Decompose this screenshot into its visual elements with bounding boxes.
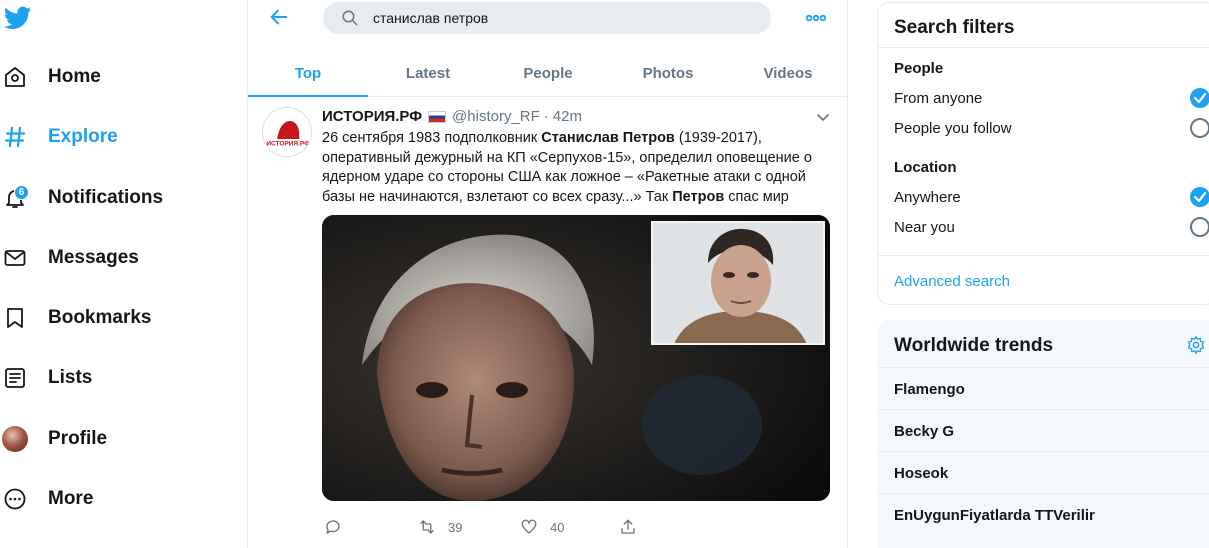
- nav-more[interactable]: More: [0, 477, 93, 521]
- search-header: [248, 0, 848, 40]
- share-icon: [621, 519, 635, 534]
- tab-videos[interactable]: Videos: [728, 50, 848, 96]
- trend-name: Hoseok: [894, 465, 949, 482]
- tweet-photo[interactable]: [322, 215, 830, 501]
- nav-lists-label: Lists: [48, 367, 93, 388]
- nav-notifications[interactable]: 6 Notifications: [0, 176, 163, 220]
- search-icon: [341, 9, 359, 27]
- nav-profile-label: Profile: [48, 428, 108, 449]
- nav-bookmarks[interactable]: Bookmarks: [0, 296, 152, 340]
- tab-latest[interactable]: Latest: [368, 50, 488, 96]
- twitter-logo-icon[interactable]: [2, 4, 34, 32]
- anywhere-radio[interactable]: [1190, 187, 1209, 207]
- nav-home-label: Home: [48, 66, 101, 87]
- bell-icon: 6: [0, 183, 30, 213]
- tab-people[interactable]: People: [488, 50, 608, 96]
- tab-photos[interactable]: Photos: [608, 50, 728, 96]
- tweet-photo-inset: [651, 221, 825, 345]
- filter-people-you-follow[interactable]: People you follow: [894, 120, 1012, 137]
- like-count: 40: [550, 519, 565, 535]
- search-input[interactable]: [373, 10, 753, 26]
- like-button[interactable]: 40: [520, 518, 564, 536]
- tab-top[interactable]: Top: [248, 50, 368, 97]
- share-button[interactable]: [619, 518, 637, 536]
- nav-explore-label: Explore: [48, 126, 118, 147]
- nav-bookmarks-label: Bookmarks: [48, 307, 152, 328]
- people-you-follow-radio[interactable]: [1190, 118, 1209, 138]
- tweet-author-handle[interactable]: @history_RF: [452, 108, 540, 125]
- tweet-text-bold: Петров: [672, 188, 725, 205]
- retweet-button[interactable]: 39: [418, 518, 462, 536]
- main-column: Top Latest People Photos Videos ИСТОРИЯ.…: [248, 0, 848, 548]
- from-anyone-radio[interactable]: [1190, 88, 1209, 108]
- check-icon: [1193, 191, 1207, 203]
- trends-title: Worldwide trends: [894, 335, 1054, 356]
- reply-button[interactable]: [324, 518, 342, 536]
- search-filters-title: Search filters: [894, 17, 1015, 38]
- tweet-time[interactable]: 42m: [553, 108, 582, 125]
- retweet-count: 39: [448, 519, 463, 535]
- nav-explore[interactable]: Explore: [0, 115, 118, 159]
- gear-icon[interactable]: [1186, 335, 1206, 355]
- russia-flag-icon: [428, 110, 447, 123]
- list-icon: [0, 363, 30, 393]
- tweet-text-part: спас мир: [724, 188, 789, 205]
- nav-notifications-label: Notifications: [48, 187, 164, 208]
- right-sidebar: Search filters People From anyone People…: [877, 0, 1209, 548]
- people-filter-label: People: [894, 60, 944, 77]
- location-filter-label: Location: [894, 159, 957, 176]
- tweet-avatar-logo-text: ИСТОРИЯ.РФ: [266, 141, 310, 148]
- check-icon: [1193, 92, 1207, 104]
- more-options-icon[interactable]: [804, 8, 828, 28]
- bookmark-icon: [0, 303, 30, 333]
- search-filters-card: Search filters People From anyone People…: [877, 2, 1209, 305]
- tweet-separator: ·: [543, 108, 549, 125]
- left-nav: Home Explore 6 Notifications Messages Bo…: [0, 0, 248, 548]
- tweet-text: 26 сентября 1983 подполковник Станислав …: [322, 129, 832, 207]
- trend-item[interactable]: Flamengo: [878, 367, 1209, 409]
- divider: [878, 255, 1209, 256]
- filter-from-anyone[interactable]: From anyone: [894, 90, 982, 107]
- trend-name: Flamengo: [894, 381, 965, 398]
- retweet-icon: [420, 520, 434, 534]
- tweet-avatar[interactable]: ИСТОРИЯ.РФ: [262, 107, 312, 157]
- notification-badge: 6: [14, 185, 29, 200]
- hashtag-icon: [0, 122, 30, 152]
- filter-anywhere[interactable]: Anywhere: [894, 189, 961, 206]
- advanced-search-link[interactable]: Advanced search: [894, 273, 1010, 290]
- nav-profile[interactable]: Profile: [0, 417, 107, 461]
- tweet-author-name[interactable]: ИСТОРИЯ.РФ: [322, 108, 422, 125]
- filter-near-you[interactable]: Near you: [894, 219, 955, 236]
- tweet-header: ИСТОРИЯ.РФ @history_RF · 42m: [322, 108, 582, 125]
- more-circle-icon: [0, 484, 30, 514]
- tweet-actions: 39 40: [322, 518, 832, 542]
- chevron-down-icon[interactable]: [816, 110, 830, 122]
- near-you-radio[interactable]: [1190, 217, 1209, 237]
- nav-more-label: More: [48, 488, 94, 509]
- home-icon: [0, 62, 30, 92]
- back-arrow-icon[interactable]: [268, 6, 290, 28]
- trend-name: EnUygunFiyatlarda TTVerilir: [894, 507, 1095, 524]
- heart-icon: [521, 519, 537, 534]
- tweet[interactable]: ИСТОРИЯ.РФ ИСТОРИЯ.РФ @history_RF · 42m …: [248, 98, 848, 548]
- search-box[interactable]: [323, 2, 771, 34]
- trends-card: Worldwide trends Flamengo Becky G Hoseok…: [877, 320, 1209, 548]
- nav-messages[interactable]: Messages: [0, 236, 139, 280]
- reply-icon: [326, 520, 340, 534]
- divider: [878, 47, 1209, 48]
- tweet-text-part: 26 сентября 1983 подполковник: [322, 130, 542, 146]
- nav-messages-label: Messages: [48, 247, 139, 268]
- trend-item[interactable]: EnUygunFiyatlarda TTVerilir: [878, 493, 1209, 535]
- trend-item[interactable]: Hoseok: [878, 451, 1209, 493]
- avatar: [2, 426, 28, 452]
- envelope-icon: [0, 243, 30, 273]
- nav-lists[interactable]: Lists: [0, 356, 92, 400]
- trend-item[interactable]: Becky G: [878, 409, 1209, 451]
- tweet-text-bold: Станислав Петров: [541, 130, 675, 146]
- trend-name: Becky G: [894, 423, 955, 440]
- nav-profile-avatar-wrap: [0, 424, 30, 454]
- search-tabs: Top Latest People Photos Videos: [248, 50, 848, 97]
- nav-home[interactable]: Home: [0, 55, 101, 99]
